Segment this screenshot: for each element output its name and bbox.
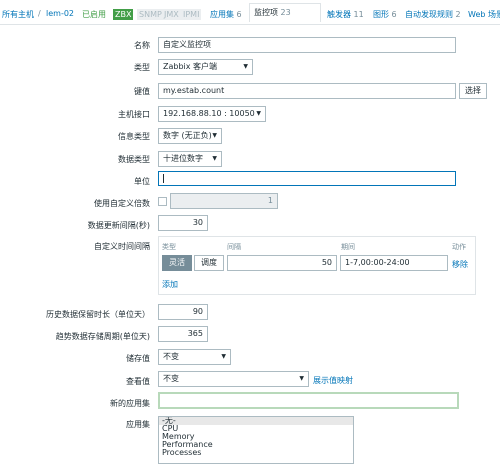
info-type-select[interactable]: 数字 (无正负): [158, 128, 222, 144]
zbx-availability-badge: ZBX: [113, 9, 134, 20]
remove-interval-link[interactable]: 移除: [452, 259, 468, 270]
jmx-availability-badge: JMX: [162, 9, 181, 20]
interface-label: 主机接口: [118, 110, 150, 119]
units-input[interactable]: [158, 171, 456, 186]
nav-discovery-label: 自动发现规则: [405, 10, 453, 19]
data-type-select-value: 十进位数字: [163, 154, 203, 163]
custom-interval-label: 自定义时间间隔: [94, 242, 150, 251]
show-value-select[interactable]: 不变: [158, 371, 309, 387]
scheduling-toggle[interactable]: 调度: [194, 255, 224, 271]
store-value-select[interactable]: 不变: [158, 349, 231, 365]
nav-graphs-label: 图形: [373, 10, 389, 19]
nav-discovery-count: 2: [455, 10, 461, 19]
show-value-label: 查看值: [126, 377, 150, 386]
interface-select[interactable]: 192.168.88.10 : 10050: [158, 106, 266, 122]
info-type-label: 信息类型: [118, 132, 150, 141]
host-nav-bar: 所有主机 / lem-02 已启用 ZBX SNMP JMX IPMI 应用集 …: [0, 0, 500, 25]
nav-graphs[interactable]: 图形 6: [373, 9, 397, 20]
interval-label: 数据更新间隔(秒): [87, 221, 150, 230]
nav-applications-count: 6: [236, 10, 242, 19]
show-value-mapping-link[interactable]: 展示值映射: [313, 375, 353, 386]
interval-input[interactable]: 30: [158, 215, 208, 231]
key-label: 键值: [134, 87, 150, 96]
type-label: 类型: [134, 63, 150, 72]
add-interval-link[interactable]: 添加: [162, 279, 178, 290]
ipmi-availability-badge: IPMI: [181, 9, 202, 20]
custom-interval-input[interactable]: 50: [227, 255, 337, 271]
data-type-label: 数据类型: [118, 155, 150, 164]
nav-discovery[interactable]: 自动发现规则 2: [405, 9, 461, 20]
history-input[interactable]: 90: [158, 304, 208, 320]
breadcrumb-host[interactable]: lem-02: [46, 9, 74, 18]
name-input[interactable]: 自定义监控项: [158, 37, 456, 53]
col-period-header: 期间: [341, 243, 355, 251]
multiplier-label: 使用自定义倍数: [94, 199, 150, 208]
applications-listbox[interactable]: -无- CPU Memory Performance Processes: [158, 416, 354, 464]
col-interval-header: 间隔: [227, 243, 241, 251]
new-application-label: 新的应用集: [110, 399, 150, 408]
nav-triggers-count: 11: [353, 10, 364, 19]
type-select-value: Zabbix 客户端: [163, 62, 218, 71]
tab-items[interactable]: 监控项 23: [249, 3, 321, 22]
text-cursor: [163, 174, 164, 183]
period-input[interactable]: 1-7,00:00-24:00: [340, 255, 448, 271]
application-option[interactable]: -无-: [159, 417, 353, 425]
name-label: 名称: [134, 41, 150, 50]
units-label: 单位: [134, 177, 150, 186]
multiplier-checkbox[interactable]: [158, 197, 167, 206]
trends-input[interactable]: 365: [158, 326, 208, 342]
col-type-header: 类型: [162, 243, 176, 251]
nav-applications[interactable]: 应用集 6: [210, 9, 242, 20]
col-action-header: 动作: [452, 243, 466, 251]
flexible-toggle[interactable]: 灵活: [162, 255, 192, 271]
host-status-enabled[interactable]: 已启用: [82, 9, 106, 20]
breadcrumb-separator: /: [38, 9, 41, 18]
select-key-button[interactable]: 选择: [459, 83, 487, 99]
trends-label: 趋势数据存储周期(单位天): [55, 332, 150, 341]
key-input[interactable]: my.estab.count: [158, 83, 456, 99]
applications-label: 应用集: [126, 420, 150, 429]
nav-graphs-count: 6: [391, 10, 397, 19]
new-application-input[interactable]: [158, 392, 459, 409]
tab-items-count: 23: [280, 8, 291, 17]
info-type-select-value: 数字 (无正负): [163, 131, 212, 140]
breadcrumb-all-hosts[interactable]: 所有主机: [2, 9, 34, 20]
multiplier-input: 1: [170, 193, 278, 209]
show-value-select-value: 不变: [163, 374, 179, 383]
nav-triggers-label: 触发器: [327, 10, 351, 19]
tab-items-label: 监控项: [254, 8, 278, 17]
nav-web-scenarios[interactable]: Web 场景: [468, 9, 500, 20]
interface-select-value: 192.168.88.10 : 10050: [163, 109, 255, 118]
nav-applications-label: 应用集: [210, 10, 234, 19]
store-value-select-value: 不变: [163, 352, 179, 361]
type-select[interactable]: Zabbix 客户端: [158, 59, 253, 75]
snmp-availability-badge: SNMP: [137, 9, 164, 20]
application-option[interactable]: Processes: [159, 449, 353, 457]
store-value-label: 储存值: [126, 354, 150, 363]
history-label: 历史数据保留时长（单位天）: [46, 310, 150, 319]
data-type-select[interactable]: 十进位数字: [158, 151, 222, 167]
nav-triggers[interactable]: 触发器 11: [327, 9, 364, 20]
